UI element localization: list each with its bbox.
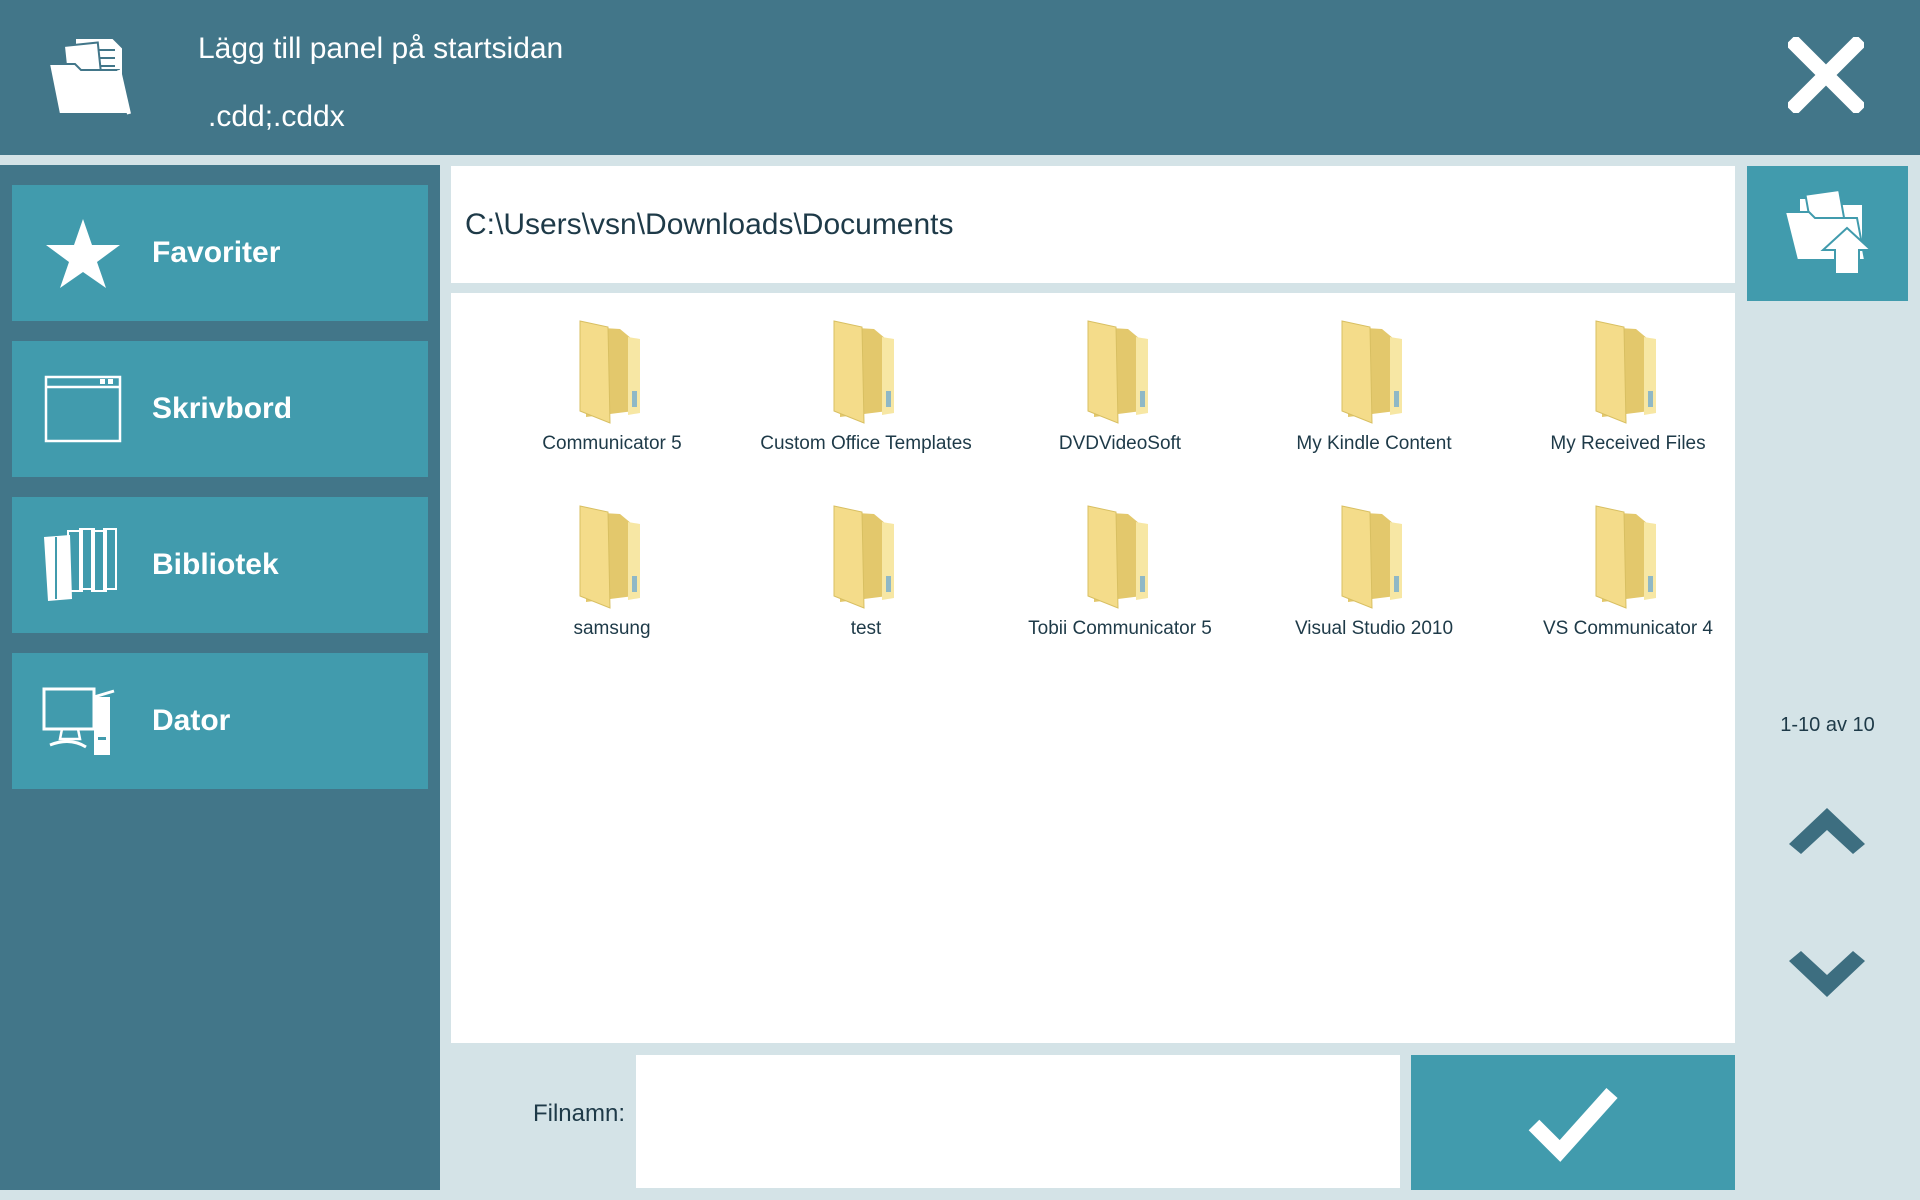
computer-icon [42,687,115,755]
folder-item-test[interactable]: test [739,490,993,650]
folder-name: test [850,618,882,639]
filename-input[interactable] [636,1055,1400,1188]
folder-up-icon [1783,188,1874,275]
folder-icon [1341,320,1402,424]
folder-item-my-kindle-content[interactable]: My Kindle Content [1247,305,1501,465]
parent-folder-button[interactable] [1747,166,1908,301]
folder-name: DVDVideoSoft [1058,433,1182,454]
sidebar-item-label: Favoriter [152,236,281,269]
page-indicator: 1-10 av 10 [1780,714,1875,736]
folder-item-visual-studio-2010[interactable]: Visual Studio 2010 [1247,490,1501,650]
folder-icon [1595,505,1656,609]
file-filter-text: .cdd;.cddx [208,100,345,133]
folder-name: VS Communicator 4 [1542,618,1713,639]
folder-name: My Kindle Content [1296,433,1452,454]
folder-name: Custom Office Templates [760,433,972,454]
folder-name: My Received Files [1550,433,1706,454]
desktop-window-icon [44,375,122,443]
folder-icon [1341,505,1402,609]
dialog-header: Lägg till panel på startsidan .cdd;.cddx [0,0,1920,155]
folder-icon [833,320,894,424]
folder-item-communicator-5[interactable]: Communicator 5 [485,305,739,465]
folder-icon [1087,320,1148,424]
star-icon [46,219,120,288]
folder-grid: Communicator 5 Custom Office Templates D… [451,293,1735,1043]
folder-item-my-received-files[interactable]: My Received Files [1501,305,1755,465]
filename-label: Filnamn: [532,1100,625,1127]
library-books-icon [44,528,117,601]
current-path: C:\Users\vsn\Downloads\Documents [465,208,954,241]
folder-name: Visual Studio 2010 [1294,618,1454,639]
folder-item-samsung[interactable]: samsung [485,490,739,650]
sidebar-item-dator[interactable]: Dator [12,653,428,789]
sidebar-item-bibliotek[interactable]: Bibliotek [12,497,428,633]
folder-name: Communicator 5 [542,433,682,454]
scroll-up-button[interactable] [1782,795,1872,865]
folder-icon [579,505,640,609]
folder-item-custom-office-templates[interactable]: Custom Office Templates [739,305,993,465]
scroll-down-button[interactable] [1782,940,1872,1010]
sidebar-item-skrivbord[interactable]: Skrivbord [12,341,428,477]
folder-item-vs-communicator-4[interactable]: VS Communicator 4 [1501,490,1755,650]
folder-item-tobii-communicator-5[interactable]: Tobii Communicator 5 [993,490,1247,650]
close-button[interactable] [1778,35,1874,115]
chevron-up-icon [1789,808,1865,854]
folder-icon [1087,505,1148,609]
chevron-down-icon [1789,951,1865,997]
sidebar-item-label: Dator [152,704,231,737]
location-sidebar: Favoriter Skrivbord Bibliotek Dator [0,165,440,1190]
folder-icon [579,320,640,424]
folder-item-dvdvideosoft[interactable]: DVDVideoSoft [993,305,1247,465]
current-path-bar: C:\Users\vsn\Downloads\Documents [451,166,1735,283]
folder-name: Tobii Communicator 5 [1028,618,1212,639]
sidebar-item-label: Skrivbord [152,392,293,425]
sidebar-item-label: Bibliotek [152,548,279,581]
folder-icon [833,505,894,609]
checkmark-icon [1528,1087,1618,1162]
folder-name: samsung [573,618,651,639]
sidebar-item-favoriter[interactable]: Favoriter [12,185,428,321]
close-icon [1788,37,1864,113]
dialog-title: Lägg till panel på startsidan [198,32,564,65]
folder-documents-icon [47,37,131,115]
confirm-button[interactable] [1411,1055,1735,1190]
folder-icon [1595,320,1656,424]
